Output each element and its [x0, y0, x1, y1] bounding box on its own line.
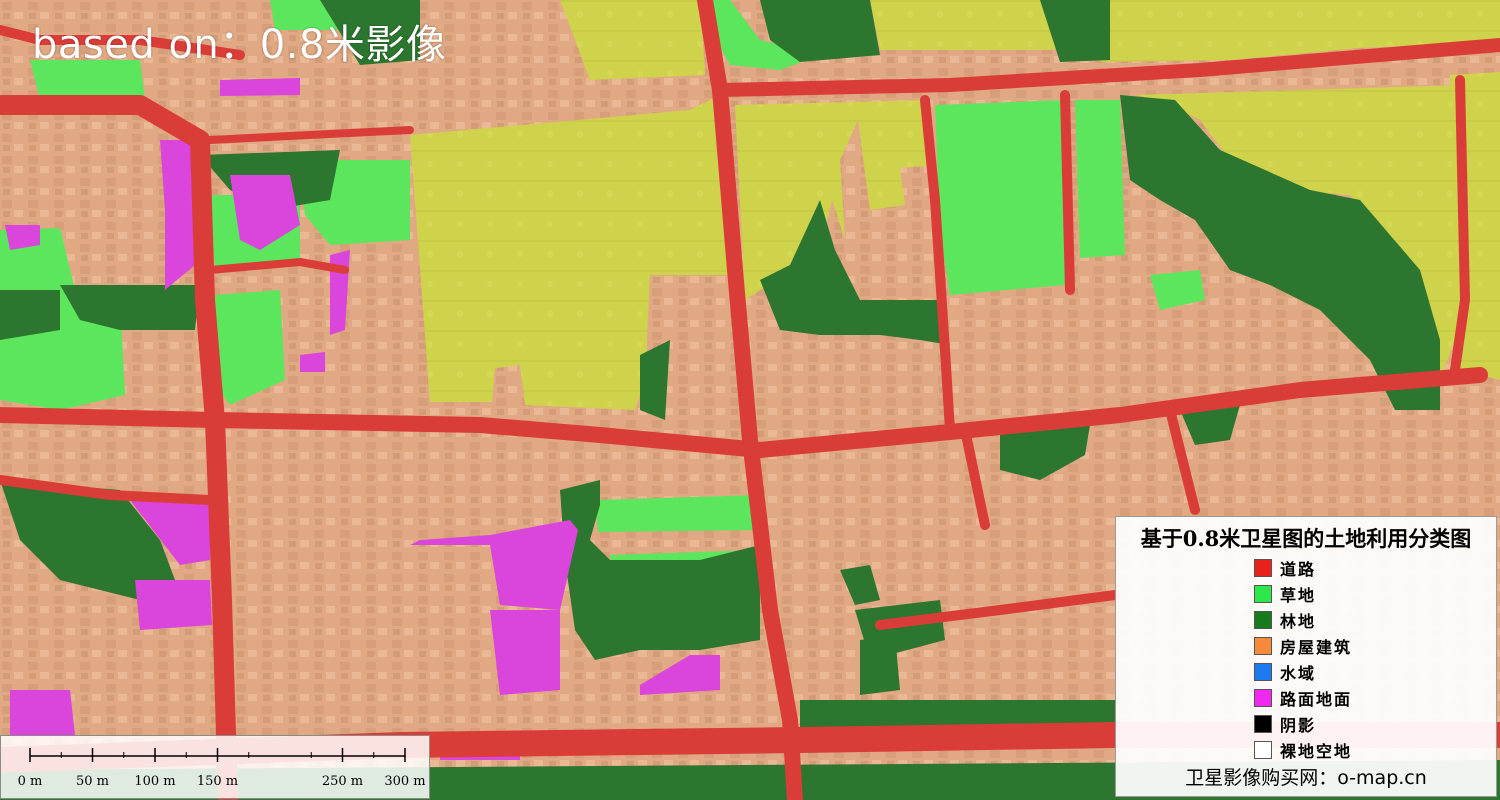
- scale-bar-tick-label: 50 m: [75, 774, 110, 789]
- legend-label: 水域: [1280, 664, 1317, 683]
- legend-swatch: [1254, 559, 1272, 577]
- legend-item-pavement: 路面地面: [1254, 685, 1352, 711]
- legend-swatch: [1254, 689, 1272, 707]
- legend-label: 路面地面: [1280, 690, 1353, 709]
- legend-item-grass: 草地: [1254, 581, 1352, 607]
- legend-label: 阴影: [1280, 716, 1317, 735]
- legend-footer: 卫星影像购买网：o-map.cn: [1185, 767, 1427, 789]
- legend-swatch: [1254, 611, 1272, 629]
- legend-item-shadow: 阴影: [1254, 711, 1352, 737]
- legend-swatch: [1254, 637, 1272, 655]
- legend-swatch: [1254, 663, 1272, 681]
- scale-bar-tick-label: 300 m: [384, 774, 426, 789]
- legend-item-road: 道路: [1254, 555, 1352, 581]
- scale-bar-graphic: [29, 748, 406, 762]
- legend-label: 林地: [1280, 612, 1317, 631]
- scale-bar: 0 m 50 m 100 m 150 m 250 m 300 m: [0, 735, 430, 799]
- legend-item-forest: 林地: [1254, 607, 1352, 633]
- legend-items: 道路 草地 林地 房屋建筑 水域 路面地面 阴影 裸地空地: [1254, 555, 1352, 763]
- scale-bar-tick-label: 250 m: [321, 774, 364, 789]
- legend-title: 基于0.8米卫星图的土地利用分类图: [1140, 526, 1472, 551]
- legend-item-water: 水域: [1254, 659, 1352, 685]
- map-legend: 基于0.8米卫星图的土地利用分类图 道路 草地 林地 房屋建筑 水域 路面地面 …: [1115, 516, 1497, 797]
- legend-item-bare-land: 裸地空地: [1254, 737, 1352, 763]
- legend-swatch: [1254, 585, 1272, 603]
- scale-bar-tick-label: 150 m: [196, 774, 239, 789]
- legend-label: 房屋建筑: [1280, 638, 1353, 657]
- legend-label: 道路: [1280, 560, 1317, 579]
- legend-item-building: 房屋建筑: [1254, 633, 1352, 659]
- scale-bar-tick-label: 0 m: [17, 774, 43, 789]
- legend-label: 草地: [1280, 586, 1317, 605]
- legend-label: 裸地空地: [1280, 742, 1353, 761]
- map-overlay-title: based on：0.8米影像: [32, 22, 447, 68]
- scale-bar-tick-label: 100 m: [134, 774, 176, 789]
- legend-swatch: [1254, 715, 1272, 733]
- legend-swatch: [1254, 741, 1272, 759]
